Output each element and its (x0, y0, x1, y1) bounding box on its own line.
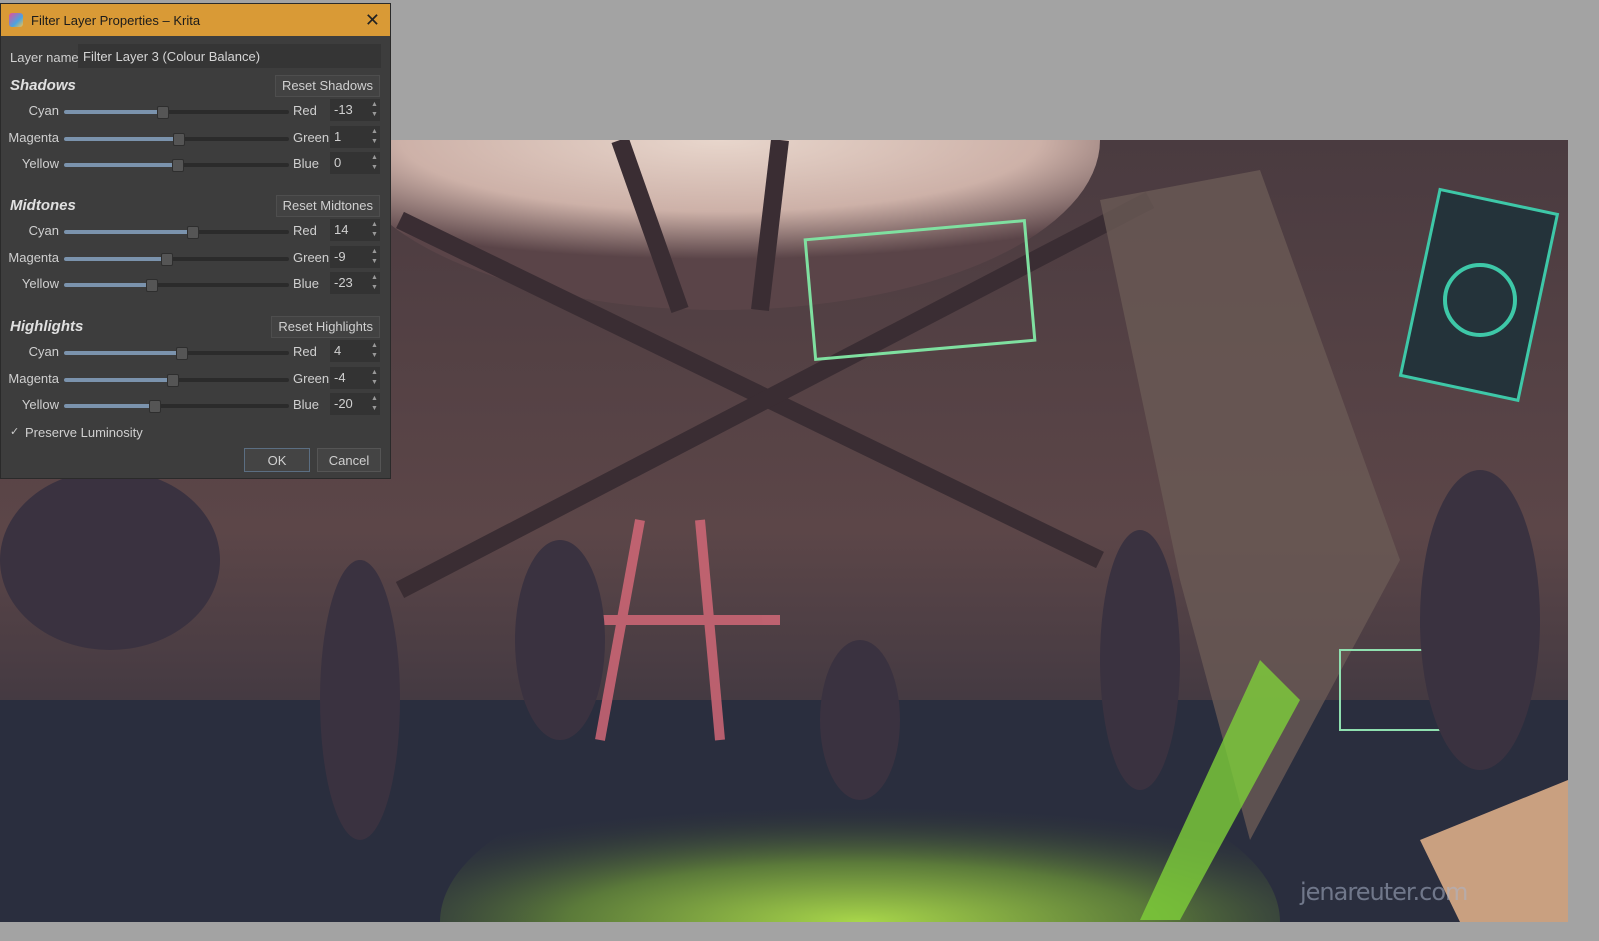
midtones-cyan-red-slider[interactable] (64, 226, 289, 239)
reset-shadows-button[interactable]: Reset Shadows (274, 75, 380, 97)
section-title-midtones: Midtones (10, 197, 76, 214)
reset-highlights-button[interactable]: Reset Highlights (271, 316, 380, 338)
midtones-magenta-green-slider[interactable] (64, 252, 289, 266)
spinbox-value: 0 (334, 155, 342, 170)
section-title-highlights: Highlights (10, 318, 84, 335)
midtones-yellow-blue-spinbox[interactable]: -23 ▲ ▼ (330, 272, 380, 294)
highlights-magenta-green-slider[interactable] (64, 373, 289, 387)
slider-fill (64, 110, 162, 114)
slider-handle[interactable] (156, 106, 169, 119)
shadows-cyan-red-right-label: Red (293, 103, 317, 118)
window-title: Filter Layer Properties – Krita (31, 12, 201, 28)
spinbox-value: 4 (334, 343, 342, 358)
section-title-shadows: Shadows (10, 77, 76, 94)
layer-name-input[interactable] (78, 44, 381, 68)
midtones-yellow-blue-left-label: Yellow (21, 276, 59, 291)
spin-arrows-icon[interactable]: ▲ ▼ (370, 100, 379, 120)
spinbox-value: -13 (334, 102, 353, 117)
highlights-magenta-green-spinbox[interactable]: -4 ▲ ▼ (330, 366, 380, 389)
title-bar[interactable]: Filter Layer Properties – Krita ✕ (1, 4, 390, 36)
slider-handle[interactable] (172, 132, 185, 146)
slider-fill (64, 230, 193, 234)
shadows-cyan-red-slider[interactable] (64, 106, 289, 119)
midtones-yellow-blue-right-label: Blue (293, 276, 320, 291)
shadows-yellow-blue-left-label: Yellow (21, 156, 59, 171)
highlights-cyan-red-left-label: Cyan (28, 344, 59, 359)
highlights-magenta-green-left-label: Magenta (8, 370, 59, 386)
shadows-magenta-green-spinbox[interactable]: 1 ▲ ▼ (330, 125, 380, 148)
spin-arrows-icon[interactable]: ▲ ▼ (370, 341, 379, 361)
highlights-cyan-red-right-label: Red (293, 344, 317, 359)
preserve-luminosity-checkbox[interactable]: ✓ Preserve Luminosity (10, 425, 143, 440)
midtones-magenta-green-left-label: Magenta (8, 249, 59, 265)
spinbox-value: 14 (334, 222, 349, 237)
spinbox-value: -4 (334, 369, 346, 385)
filter-layer-properties-dialog: Filter Layer Properties – Krita ✕ Layer … (0, 3, 391, 479)
midtones-cyan-red-spinbox[interactable]: 14 ▲ ▼ (330, 219, 380, 241)
slider-fill (64, 404, 154, 408)
highlights-yellow-blue-slider[interactable] (64, 400, 289, 413)
highlights-yellow-blue-spinbox[interactable]: -20 ▲ ▼ (330, 393, 380, 415)
spinbox-value: 1 (334, 128, 342, 144)
shadows-cyan-red-spinbox[interactable]: -13 ▲ ▼ (330, 99, 380, 121)
shadows-yellow-blue-slider[interactable] (64, 159, 289, 172)
cancel-button[interactable]: Cancel (317, 448, 381, 472)
slider-fill (64, 136, 178, 141)
spin-arrows-icon[interactable]: ▲ ▼ (370, 273, 379, 293)
slider-handle[interactable] (187, 226, 200, 239)
shadows-yellow-blue-spinbox[interactable]: 0 ▲ ▼ (330, 152, 380, 174)
slider-fill (64, 351, 181, 355)
highlights-magenta-green-right-label: Green (293, 370, 330, 386)
slider-handle[interactable] (149, 400, 161, 413)
spin-arrows-icon[interactable]: ▲ ▼ (370, 394, 379, 414)
spin-arrows-icon[interactable]: ▲ ▼ (370, 153, 379, 173)
midtones-magenta-green-spinbox[interactable]: -9 ▲ ▼ (330, 245, 380, 268)
artwork-watermark: jenareuter.com (1300, 878, 1468, 906)
shadows-magenta-green-right-label: Green (293, 129, 330, 145)
shadows-magenta-green-slider[interactable] (64, 132, 289, 146)
close-icon[interactable]: ✕ (365, 10, 380, 31)
shadows-cyan-red-left-label: Cyan (28, 103, 59, 118)
midtones-cyan-red-right-label: Red (293, 223, 317, 238)
slider-handle[interactable] (161, 252, 174, 266)
spinbox-value: -20 (334, 396, 353, 411)
spinbox-value: -9 (334, 248, 346, 264)
highlights-cyan-red-slider[interactable] (64, 347, 289, 360)
slider-handle[interactable] (176, 347, 188, 360)
spin-arrows-icon[interactable]: ▲ ▼ (370, 368, 379, 388)
krita-app-icon (9, 13, 23, 27)
midtones-magenta-green-right-label: Green (293, 249, 330, 265)
midtones-cyan-red-left-label: Cyan (28, 223, 59, 238)
highlights-yellow-blue-right-label: Blue (293, 397, 320, 412)
spinbox-value: -23 (334, 275, 353, 290)
slider-handle[interactable] (171, 159, 184, 172)
slider-fill (64, 256, 167, 261)
preserve-luminosity-label: Preserve Luminosity (25, 425, 143, 440)
spin-arrows-icon[interactable]: ▲ ▼ (370, 220, 379, 240)
midtones-yellow-blue-slider[interactable] (64, 279, 289, 292)
layer-name-label: Layer name: (10, 50, 83, 65)
highlights-cyan-red-spinbox[interactable]: 4 ▲ ▼ (330, 340, 380, 362)
highlights-yellow-blue-left-label: Yellow (21, 397, 59, 412)
reset-midtones-button[interactable]: Reset Midtones (275, 195, 380, 217)
spin-arrows-icon[interactable]: ▲ ▼ (370, 247, 379, 267)
checkmark-icon: ✓ (10, 426, 20, 438)
slider-fill (64, 377, 172, 382)
slider-fill (64, 283, 151, 287)
shadows-magenta-green-left-label: Magenta (8, 129, 59, 145)
slider-handle[interactable] (167, 373, 179, 387)
spin-arrows-icon[interactable]: ▲ ▼ (370, 127, 379, 147)
shadows-yellow-blue-right-label: Blue (293, 156, 320, 171)
slider-handle[interactable] (145, 279, 158, 292)
slider-fill (64, 163, 177, 167)
ok-button[interactable]: OK (244, 448, 310, 472)
